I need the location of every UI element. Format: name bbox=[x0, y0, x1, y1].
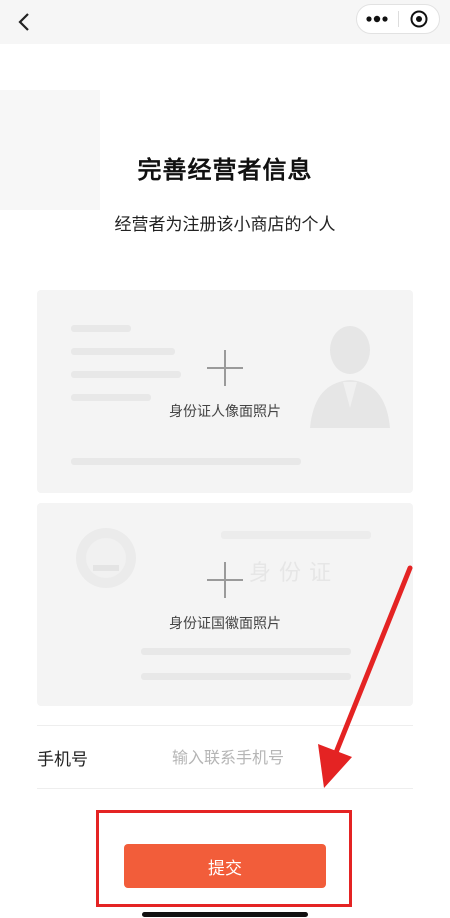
close-button[interactable] bbox=[399, 4, 439, 34]
national-emblem-icon bbox=[76, 528, 136, 588]
phone-row: 手机号 bbox=[37, 725, 413, 789]
page-title: 完善经营者信息 bbox=[137, 156, 313, 184]
watermark-text: 身份证 bbox=[249, 561, 340, 586]
phone-input[interactable] bbox=[170, 740, 404, 774]
placeholder-line bbox=[221, 531, 371, 539]
page-subtitle: 经营者为注册该小商店的个人 bbox=[114, 215, 336, 235]
id-back-label: 身份证国徽面照片 bbox=[169, 616, 281, 632]
placeholder-line bbox=[141, 648, 351, 655]
more-dots-icon bbox=[366, 15, 388, 23]
plus-icon bbox=[205, 348, 245, 388]
chevron-left-icon bbox=[18, 13, 29, 31]
placeholder-line bbox=[71, 458, 301, 465]
id-back-upload[interactable]: 身份证 身份证国徽面照片 bbox=[37, 503, 413, 706]
placeholder-line bbox=[71, 394, 151, 401]
phone-label: 手机号 bbox=[37, 750, 88, 770]
home-indicator bbox=[142, 912, 308, 917]
navigation-bar bbox=[0, 0, 450, 44]
id-front-label: 身份证人像面照片 bbox=[169, 404, 281, 420]
placeholder-line bbox=[71, 371, 181, 378]
id-front-upload[interactable]: 身份证人像面照片 bbox=[37, 290, 413, 493]
placeholder-line bbox=[141, 673, 351, 680]
placeholder-line bbox=[71, 348, 175, 355]
highlight-box bbox=[96, 810, 352, 907]
back-button[interactable] bbox=[8, 4, 44, 40]
more-button[interactable] bbox=[357, 4, 397, 34]
plus-icon bbox=[205, 560, 245, 600]
mini-program-capsule bbox=[356, 4, 440, 34]
target-circle-icon bbox=[410, 10, 428, 28]
placeholder-line bbox=[71, 325, 131, 332]
